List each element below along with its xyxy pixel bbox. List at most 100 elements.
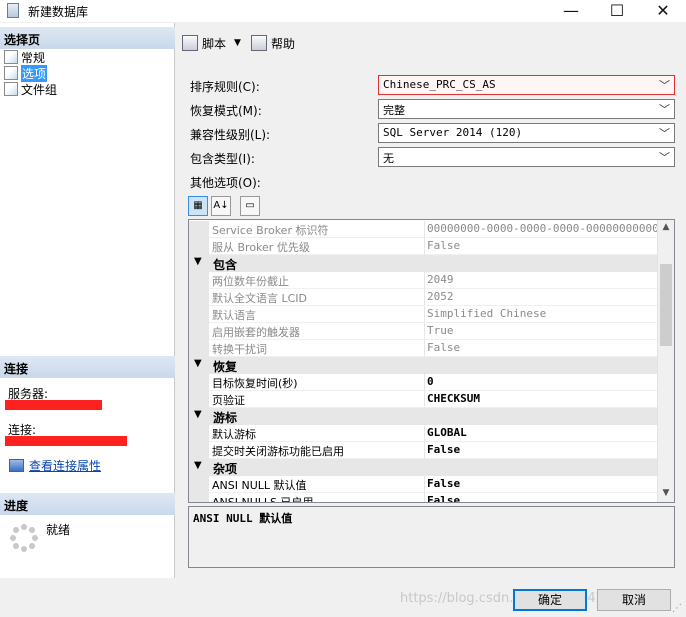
page-wrench-icon xyxy=(4,82,18,96)
grid-category[interactable]: ▼ 游标 xyxy=(189,408,658,425)
grid-property-row[interactable]: 启用嵌套的触发器 True xyxy=(189,323,658,340)
row-gutter xyxy=(189,476,209,493)
property-value[interactable]: 0 xyxy=(425,374,658,391)
recovery-model-combobox[interactable]: 完整 ﹀ xyxy=(378,99,675,119)
maximize-button[interactable]: ☐ xyxy=(594,0,640,22)
collapse-icon[interactable]: ▼ xyxy=(194,358,202,369)
cancel-button[interactable]: 取消 xyxy=(597,589,671,611)
property-value[interactable]: False xyxy=(425,476,658,493)
view-connection-link[interactable]: 查看连接属性 xyxy=(29,457,101,474)
property-grid[interactable]: Service Broker 标识符 00000000-0000-0000-000… xyxy=(188,219,675,503)
alphabetical-button[interactable]: A↓ xyxy=(211,196,231,216)
grid-category[interactable]: ▼ 恢复 xyxy=(189,357,658,374)
ok-button[interactable]: 确定 xyxy=(513,589,587,611)
property-name: Service Broker 标识符 xyxy=(209,221,425,238)
row-gutter xyxy=(189,493,209,502)
property-name: 默认全文语言 LCID xyxy=(209,289,425,306)
compat-value: SQL Server 2014 (120) xyxy=(383,126,523,139)
compat-level-combobox[interactable]: SQL Server 2014 (120) ﹀ xyxy=(378,123,675,143)
grid-property-row[interactable]: 两位数年份截止 2049 xyxy=(189,272,658,289)
containment-value: 无 xyxy=(383,152,394,165)
categorized-icon: ▦ xyxy=(193,200,203,211)
scroll-thumb[interactable] xyxy=(660,264,672,346)
script-dropdown-arrow[interactable]: ▼ xyxy=(234,38,241,48)
help-button[interactable]: 帮助 xyxy=(271,35,295,52)
property-value: 2049 xyxy=(425,272,658,289)
page-wrench-icon xyxy=(4,50,18,64)
progress-header: 进度 xyxy=(0,493,175,515)
page-item-filegroups[interactable]: 文件组 xyxy=(4,81,57,97)
row-gutter xyxy=(189,272,209,289)
property-name: 两位数年份截止 xyxy=(209,272,425,289)
property-value: 2052 xyxy=(425,289,658,306)
description-panel: ANSI NULL 默认值 xyxy=(188,506,675,568)
grid-property-row[interactable]: Service Broker 标识符 00000000-0000-0000-000… xyxy=(189,221,658,238)
grid-property-row[interactable]: ANSI NULL 默认值 False xyxy=(189,476,658,493)
collapse-icon[interactable]: ▼ xyxy=(194,460,202,471)
chevron-down-icon[interactable]: ﹀ xyxy=(659,125,670,141)
property-value[interactable]: GLOBAL xyxy=(425,425,658,442)
collapse-icon[interactable]: ▼ xyxy=(194,409,202,420)
grid-property-row[interactable]: 默认全文语言 LCID 2052 xyxy=(189,289,658,306)
resize-grip-icon[interactable]: ⋰ xyxy=(672,603,682,614)
property-value: 00000000-0000-0000-0000-000000000000 xyxy=(425,221,658,238)
categorized-button[interactable]: ▦ xyxy=(188,196,208,216)
grid-property-row[interactable]: 默认游标 GLOBAL xyxy=(189,425,658,442)
title-bar: 新建数据库 — ☐ ✕ xyxy=(0,0,686,22)
page-item-label: 选项 xyxy=(21,64,48,82)
property-name: 默认语言 xyxy=(209,306,425,323)
grid-property-row[interactable]: 提交时关闭游标功能已启用 False xyxy=(189,442,658,459)
page-item-general[interactable]: 常规 xyxy=(4,49,45,65)
grid-property-row[interactable]: ANSI NULLS 已启用 False xyxy=(189,493,658,502)
description-text: ANSI NULL 默认值 xyxy=(193,512,293,525)
category-label: 恢复 xyxy=(213,360,238,374)
property-name: 服从 Broker 优先级 xyxy=(209,238,425,255)
page-item-options[interactable]: 选项 xyxy=(4,64,48,82)
category-label: 游标 xyxy=(213,411,238,425)
grid-property-row[interactable]: 目标恢复时间(秒) 0 xyxy=(189,374,658,391)
window-title: 新建数据库 xyxy=(28,5,89,19)
connection-header: 连接 xyxy=(0,356,175,378)
chevron-down-icon[interactable]: ﹀ xyxy=(659,77,670,93)
view-connection-properties[interactable]: 查看连接属性 xyxy=(9,457,101,474)
property-name: 页验证 xyxy=(209,391,425,408)
grid-scrollbar[interactable]: ▲ ▼ xyxy=(657,220,674,502)
other-options-label: 其他选项(O): xyxy=(190,176,261,190)
property-value[interactable]: False xyxy=(425,493,658,502)
grid-property-row[interactable]: 页验证 CHECKSUM xyxy=(189,391,658,408)
compat-label: 兼容性级别(L): xyxy=(190,128,271,142)
chevron-down-icon[interactable]: ﹀ xyxy=(659,101,670,117)
script-button[interactable]: 脚本 xyxy=(202,35,226,52)
collation-value: Chinese_PRC_CS_AS xyxy=(383,78,496,91)
redacted-connection xyxy=(5,436,127,446)
property-value[interactable]: False xyxy=(425,442,658,459)
property-value[interactable]: CHECKSUM xyxy=(425,391,658,408)
grid-property-row[interactable]: 默认语言 Simplified Chinese xyxy=(189,306,658,323)
property-grid-toolbar: ▦ A↓ ▭ xyxy=(188,196,260,218)
property-pages-icon: ▭ xyxy=(245,200,255,211)
collapse-icon[interactable]: ▼ xyxy=(194,256,202,267)
grid-category[interactable]: ▼ 杂项 xyxy=(189,459,658,476)
row-gutter xyxy=(189,374,209,391)
grid-property-row[interactable]: 转换干扰词 False xyxy=(189,340,658,357)
grid-category[interactable]: ▼ 包含 xyxy=(189,255,658,272)
property-pages-button[interactable]: ▭ xyxy=(240,196,260,216)
minimize-button[interactable]: — xyxy=(548,0,594,22)
property-value: True xyxy=(425,323,658,340)
property-name: 启用嵌套的触发器 xyxy=(209,323,425,340)
chevron-down-icon[interactable]: ﹀ xyxy=(659,149,670,165)
property-value: False xyxy=(425,238,658,255)
scroll-down-icon[interactable]: ▼ xyxy=(658,488,674,498)
containment-label: 包含类型(I): xyxy=(190,152,255,166)
close-button[interactable]: ✕ xyxy=(640,0,686,22)
row-gutter xyxy=(189,221,209,238)
scroll-up-icon[interactable]: ▲ xyxy=(658,222,674,232)
collation-combobox[interactable]: Chinese_PRC_CS_AS ﹀ xyxy=(378,75,675,95)
containment-combobox[interactable]: 无 ﹀ xyxy=(378,147,675,167)
property-name: ANSI NULL 默认值 xyxy=(209,476,425,493)
page-wrench-icon xyxy=(4,66,18,80)
property-name: 提交时关闭游标功能已启用 xyxy=(209,442,425,459)
redacted-server xyxy=(5,400,102,410)
grid-property-row[interactable]: 服从 Broker 优先级 False xyxy=(189,238,658,255)
property-name: 转换干扰词 xyxy=(209,340,425,357)
